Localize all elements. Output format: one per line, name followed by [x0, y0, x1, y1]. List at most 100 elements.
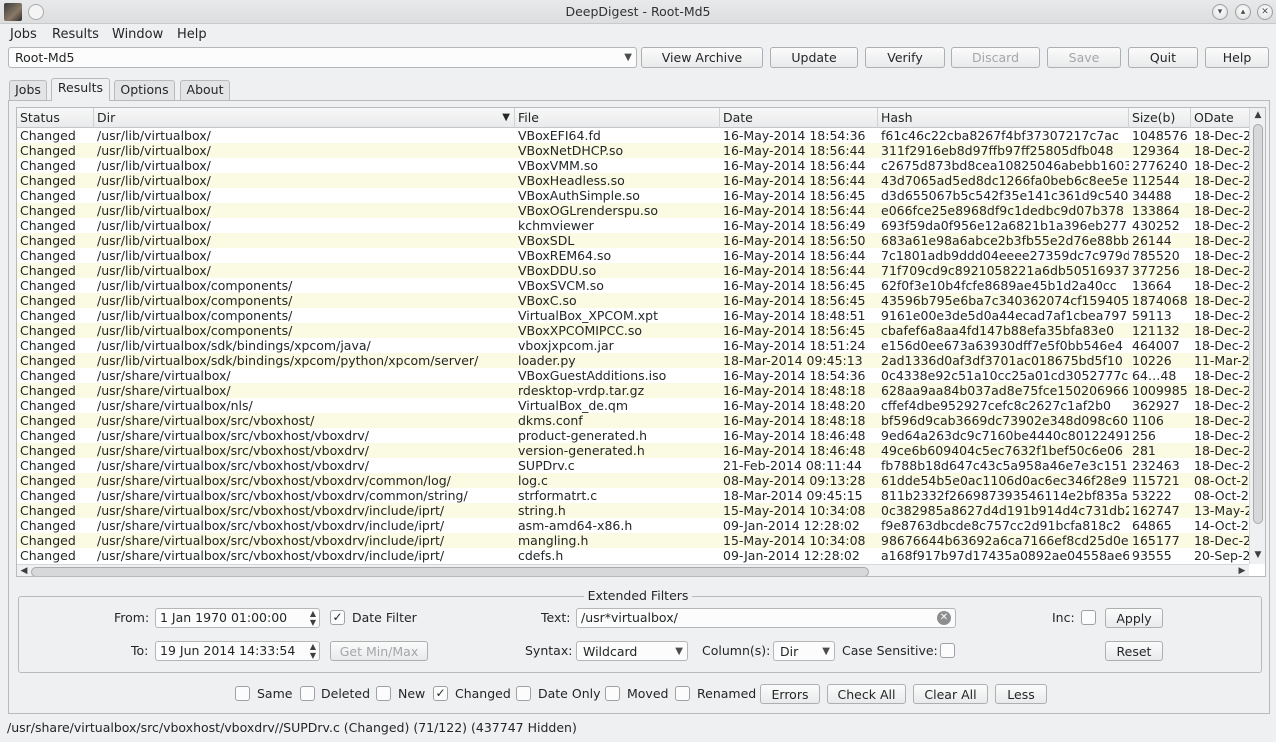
table-row[interactable]: Changed/usr/lib/virtualbox/VBoxREM64.so 1…	[17, 248, 1249, 263]
table-row[interactable]: Changed/usr/share/virtualbox/src/vboxhos…	[17, 488, 1249, 503]
column-header-odate[interactable]: ODate	[1191, 108, 1251, 128]
table-row[interactable]: Changed/usr/share/virtualbox/rdesktop-vr…	[17, 383, 1249, 398]
horizontal-scrollbar[interactable]: ◀ ▶	[17, 564, 1249, 576]
case-sensitive-checkbox[interactable]	[940, 643, 955, 658]
errors-button[interactable]: Errors	[760, 684, 820, 704]
column-header-status[interactable]: Status	[17, 108, 94, 128]
cell-size: 34488	[1132, 188, 1172, 203]
table-row[interactable]: Changed/usr/lib/virtualbox/sdk/bindings/…	[17, 353, 1249, 368]
cell-odate: 18-Dec-2	[1194, 263, 1249, 278]
table-row[interactable]: Changed/usr/lib/virtualbox/components/Vi…	[17, 308, 1249, 323]
scroll-down-icon[interactable]: ▼	[1250, 548, 1265, 562]
table-row[interactable]: Changed/usr/share/virtualbox/src/vboxhos…	[17, 458, 1249, 473]
table-row[interactable]: Changed/usr/lib/virtualbox/VBoxDDU.so 16-…	[17, 263, 1249, 278]
table-row[interactable]: Changed/usr/lib/virtualbox/components/VB…	[17, 278, 1249, 293]
get-minmax-button[interactable]: Get Min/Max	[330, 641, 428, 661]
verify-button[interactable]: Verify	[865, 47, 945, 68]
date-only-checkbox[interactable]	[516, 686, 531, 701]
update-button[interactable]: Update	[770, 47, 858, 68]
renamed-checkbox[interactable]	[675, 686, 690, 701]
column-header-size[interactable]: Size(b)	[1129, 108, 1191, 128]
table-row[interactable]: Changed/usr/share/virtualbox/src/vboxhos…	[17, 503, 1249, 518]
maximize-icon[interactable]: ▴	[1235, 4, 1251, 20]
help-button[interactable]: Help	[1205, 47, 1269, 68]
column-header-hash[interactable]: Hash	[878, 108, 1129, 128]
table-row[interactable]: Changed/usr/lib/virtualbox/components/VB…	[17, 293, 1249, 308]
save-button[interactable]: Save	[1047, 47, 1121, 68]
cell-odate: 18-Dec-2	[1194, 278, 1249, 293]
clear-all-button[interactable]: Clear All	[913, 684, 988, 704]
table-row[interactable]: Changed/usr/lib/virtualbox/VBoxNetDHCP.s…	[17, 143, 1249, 158]
table-row[interactable]: Changed/usr/lib/virtualbox/VBoxEFI64.fd 1…	[17, 128, 1249, 143]
scroll-up-icon[interactable]: ▲	[1250, 108, 1265, 122]
deleted-checkbox[interactable]	[300, 686, 315, 701]
cell-status: Changed	[20, 188, 76, 203]
table-row[interactable]: Changed/usr/share/virtualbox/src/vboxhos…	[17, 413, 1249, 428]
column-header-date[interactable]: Date	[720, 108, 878, 128]
to-datetime-input[interactable]: 19 Jun 2014 14:33:54 ▲ ▼	[155, 641, 320, 661]
job-select[interactable]: Root-Md5 ▼	[8, 47, 637, 68]
tab-results[interactable]: Results	[51, 78, 110, 101]
vertical-scroll-thumb[interactable]	[1253, 124, 1263, 524]
table-row[interactable]: Changed/usr/lib/virtualbox/VBoxVMM.so 16-…	[17, 158, 1249, 173]
title-bar: DeepDigest - Root-Md5 ▾ ▴ ✕	[0, 0, 1276, 24]
close-icon[interactable]: ✕	[1257, 4, 1273, 20]
less-button[interactable]: Less	[995, 684, 1047, 704]
horizontal-scroll-thumb[interactable]	[31, 567, 869, 576]
table-row[interactable]: Changed/usr/lib/virtualbox/VBoxAuthSimpl…	[17, 188, 1249, 203]
table-row[interactable]: Changed/usr/lib/virtualbox/VBoxHeadless.…	[17, 173, 1249, 188]
menu-jobs[interactable]: Jobs	[10, 27, 37, 42]
tab-options[interactable]: Options	[114, 80, 175, 100]
menu-window[interactable]: Window	[112, 27, 163, 42]
quit-button[interactable]: Quit	[1128, 47, 1198, 68]
table-row[interactable]: Changed/usr/lib/virtualbox/sdk/bindings/…	[17, 338, 1249, 353]
from-datetime-input[interactable]: 1 Jan 1970 01:00:00 ▲ ▼	[155, 608, 320, 628]
clear-text-icon[interactable]: ✕	[937, 611, 951, 625]
table-row[interactable]: Changed/usr/lib/virtualbox/components/VB…	[17, 323, 1249, 338]
columns-select[interactable]: Dir ▼	[773, 641, 835, 661]
cell-date: 18-Mar-2014 09:45:13	[723, 353, 863, 368]
minimize-icon[interactable]: ▾	[1212, 4, 1228, 20]
inc-checkbox[interactable]	[1081, 610, 1096, 625]
sort-descending-icon: ▼	[502, 112, 510, 123]
spin-updown-icon[interactable]: ▲ ▼	[310, 609, 316, 627]
discard-button[interactable]: Discard	[951, 47, 1040, 68]
same-checkbox[interactable]	[235, 686, 250, 701]
cell-odate: 18-Dec-2	[1194, 533, 1249, 548]
table-row[interactable]: Changed/usr/share/virtualbox/src/vboxhos…	[17, 443, 1249, 458]
menu-help[interactable]: Help	[177, 27, 207, 42]
tab-about[interactable]: About	[180, 80, 230, 100]
reset-button[interactable]: Reset	[1105, 641, 1163, 661]
table-row[interactable]: Changed/usr/share/virtualbox/nls/Virtual…	[17, 398, 1249, 413]
table-row[interactable]: Changed/usr/share/virtualbox/src/vboxhos…	[17, 518, 1249, 533]
cell-date: 09-Jan-2014 12:28:02	[723, 518, 860, 533]
table-row[interactable]: Changed/usr/share/virtualbox/src/vboxhos…	[17, 548, 1249, 563]
cell-odate: 11-Mar-2	[1194, 353, 1249, 368]
table-row[interactable]: Changed/usr/share/virtualbox/src/vboxhos…	[17, 473, 1249, 488]
table-row[interactable]: Changed/usr/share/virtualbox/src/vboxhos…	[17, 428, 1249, 443]
check-all-button[interactable]: Check All	[827, 684, 906, 704]
scroll-right-icon[interactable]: ▶	[1235, 565, 1249, 576]
table-row[interactable]: Changed/usr/share/virtualbox/VBoxGuestAd…	[17, 368, 1249, 383]
changed-checkbox[interactable]: ✓	[433, 686, 448, 701]
text-filter-input[interactable]: /usr*virtualbox/ ✕	[576, 608, 956, 628]
date-filter-checkbox[interactable]: ✓	[330, 610, 345, 625]
scroll-left-icon[interactable]: ◀	[17, 565, 31, 576]
tab-jobs[interactable]: Jobs	[9, 80, 47, 100]
table-row[interactable]: Changed/usr/share/virtualbox/src/vboxhos…	[17, 533, 1249, 548]
column-header-file[interactable]: File	[515, 108, 720, 128]
spin-updown-icon[interactable]: ▲ ▼	[310, 642, 316, 660]
table-row[interactable]: Changed/usr/lib/virtualbox/VBoxOGLrender…	[17, 203, 1249, 218]
apply-button[interactable]: Apply	[1105, 608, 1163, 628]
menu-results[interactable]: Results	[52, 27, 99, 42]
view-archive-button[interactable]: View Archive	[641, 47, 763, 68]
table-row[interactable]: Changed/usr/lib/virtualbox/kchmviewer 16-…	[17, 218, 1249, 233]
results-table[interactable]: Status Dir ▼ File Date Hash Size(b) ODat…	[16, 107, 1266, 577]
cell-date: 16-May-2014 18:54:36	[723, 368, 866, 383]
moved-checkbox[interactable]	[605, 686, 620, 701]
table-row[interactable]: Changed/usr/lib/virtualbox/VBoxSDL 16-May…	[17, 233, 1249, 248]
new-checkbox[interactable]	[376, 686, 391, 701]
column-header-dir[interactable]: Dir ▼	[94, 108, 515, 128]
vertical-scrollbar[interactable]: ▲ ▼	[1249, 108, 1265, 564]
syntax-select[interactable]: Wildcard ▼	[576, 641, 688, 661]
